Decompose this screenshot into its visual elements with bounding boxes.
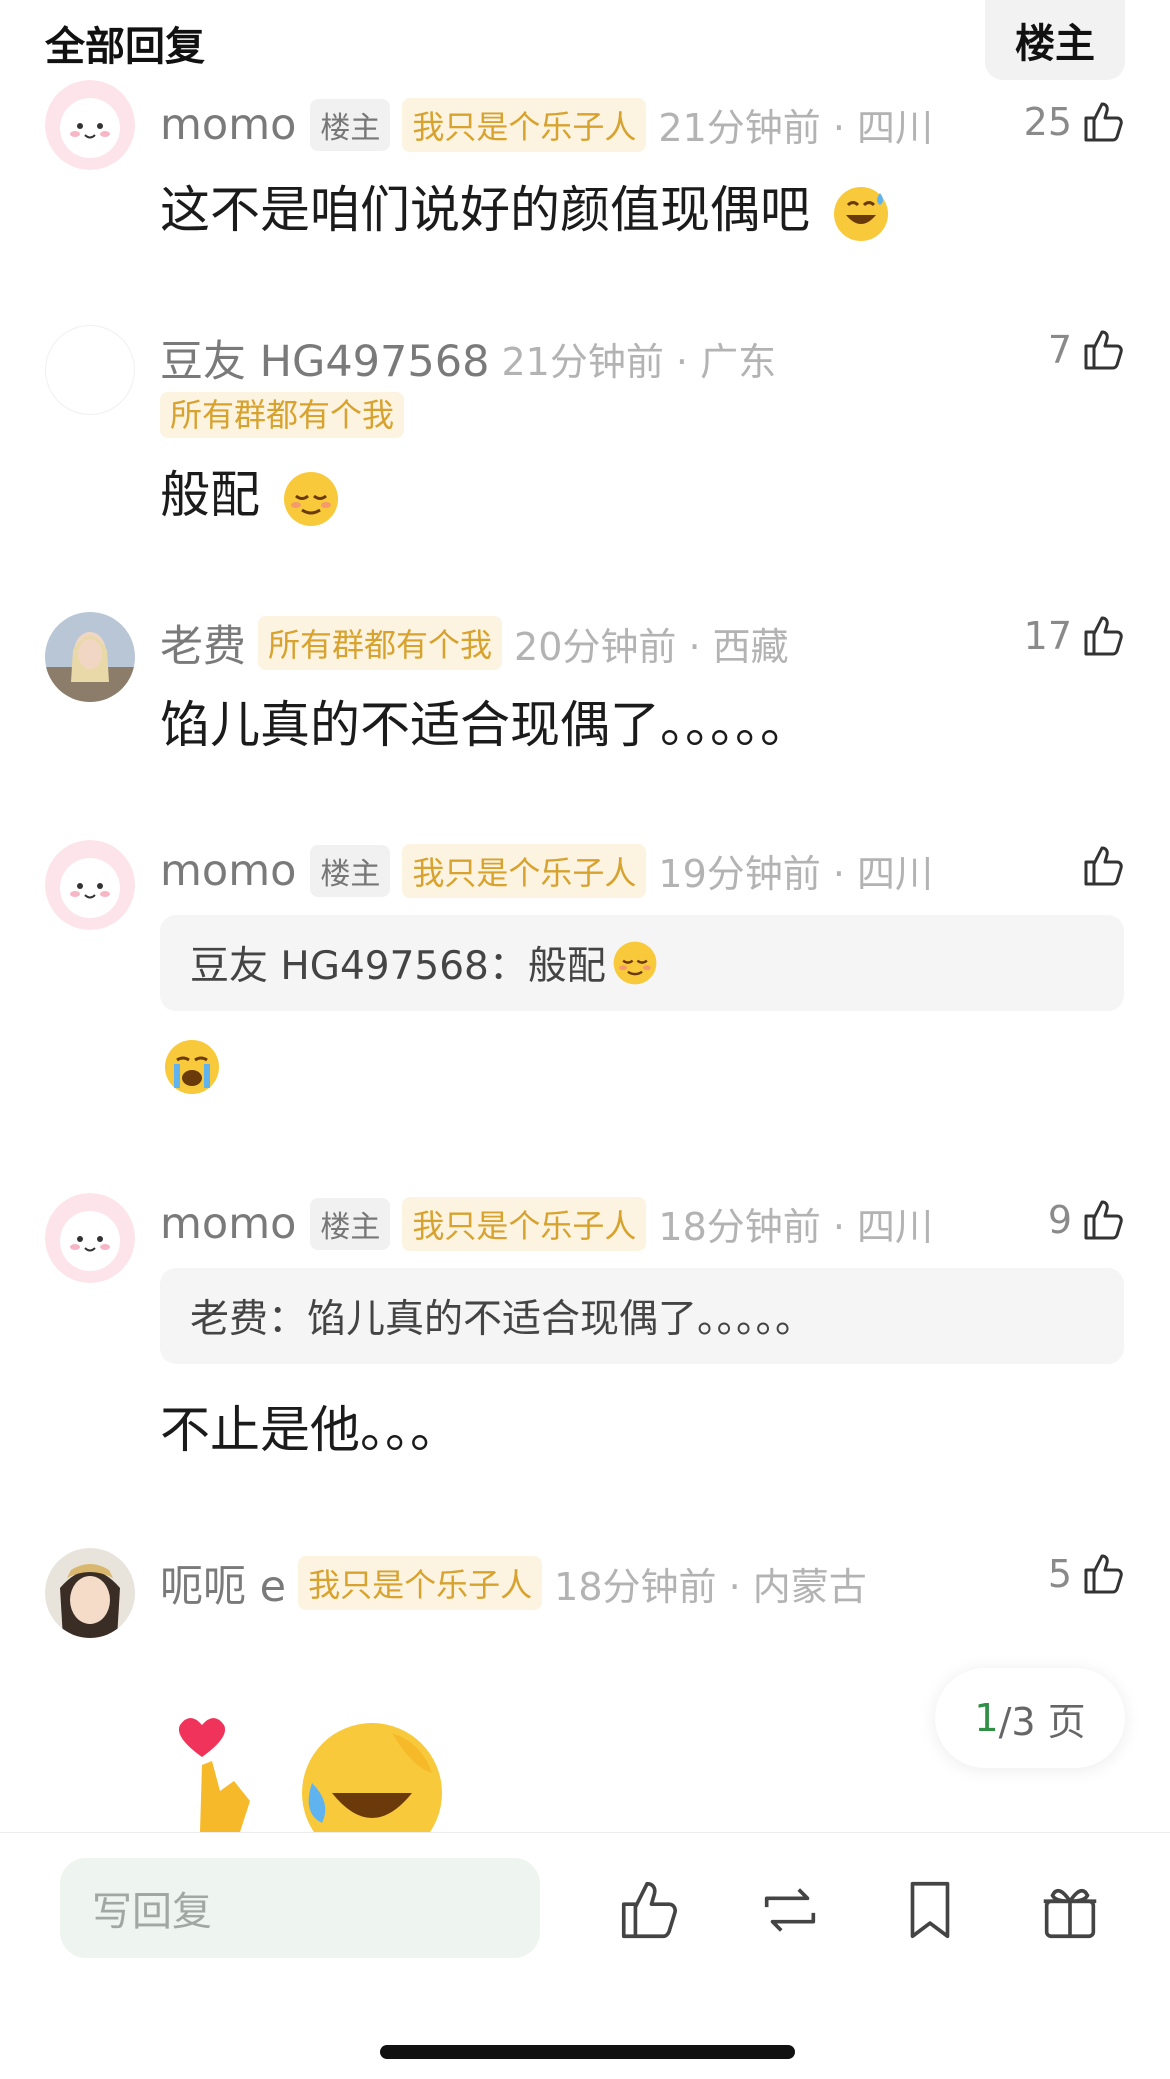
comment-meta: 老费 所有群都有个我 20分钟前 · 西藏: [160, 612, 789, 674]
thumbs-up-icon: [1084, 846, 1123, 886]
finger-heart-emoji-icon: [172, 1705, 272, 1836]
comment-meta: momo 楼主 我只是个乐子人 18分钟前 · 四川: [160, 1196, 933, 1251]
like-count: 7: [1047, 328, 1072, 372]
thumbs-up-icon: [621, 1881, 677, 1939]
timestamp-location: 21分钟前 · 四川: [658, 106, 933, 150]
thumbs-up-icon: [1084, 1200, 1123, 1240]
user-tag-badge: 我只是个乐子人: [402, 843, 647, 898]
avatar[interactable]: [45, 1548, 135, 1638]
username[interactable]: momo: [160, 100, 296, 150]
thumbs-up-icon: [1084, 616, 1123, 656]
username[interactable]: 老费: [160, 612, 246, 674]
comment-text-content: 这不是咱们说好的颜值现偶吧: [160, 181, 810, 239]
comment-text: 这不是咱们说好的颜值现偶吧: [160, 170, 890, 243]
username[interactable]: momo: [160, 846, 296, 896]
like-button[interactable]: 9: [1048, 1196, 1128, 1244]
comment-meta: 呃呃 e 我只是个乐子人 18分钟前 · 内蒙古: [160, 1552, 867, 1614]
repost-button[interactable]: [755, 1875, 825, 1945]
page-indicator[interactable]: 1/3 页: [935, 1668, 1125, 1768]
like-count: 25: [1023, 100, 1072, 144]
gift-icon: [1043, 1888, 1097, 1939]
comment-meta: 豆友 HG497568 21分钟前 · 广东: [160, 327, 776, 389]
repost-icon: [764, 1888, 816, 1932]
quoted-reply-text: 豆友 HG497568：般配: [190, 944, 606, 989]
op-badge: 楼主: [310, 844, 391, 897]
avatar[interactable]: [45, 840, 135, 930]
thumbs-up-icon: [1084, 102, 1123, 142]
comment-text: 般配: [160, 455, 340, 528]
current-page: 1: [974, 1696, 999, 1740]
page-title: 全部回复: [45, 24, 205, 70]
rolling-laughing-emoji-icon: [292, 1713, 452, 1863]
quoted-reply-text: 老费：馅儿真的不适合现偶了。。。。。: [190, 1297, 815, 1342]
comment-text: 不止是他。。。: [160, 1401, 460, 1459]
op-only-filter-button[interactable]: 楼主: [985, 0, 1125, 80]
timestamp-location: 18分钟前 · 四川: [658, 1205, 933, 1249]
timestamp-location: 20分钟前 · 西藏: [514, 624, 789, 669]
comment-text-content: 般配: [160, 466, 260, 524]
like-count: 17: [1023, 614, 1072, 658]
like-button[interactable]: [1080, 842, 1128, 890]
like-button[interactable]: 17: [1024, 612, 1128, 660]
relieved-face-emoji-icon: [613, 941, 657, 985]
bookmark-button[interactable]: [895, 1875, 965, 1945]
sweat-smile-emoji-icon: [833, 186, 888, 241]
comment-text: 馅儿真的不适合现偶了。。。。。: [160, 696, 810, 754]
thumbs-up-icon: [1084, 330, 1123, 370]
like-button[interactable]: 5: [1048, 1550, 1128, 1598]
op-badge: 楼主: [310, 98, 391, 151]
like-button[interactable]: 7: [1048, 326, 1128, 374]
gift-button[interactable]: [1035, 1875, 1105, 1945]
bookmark-icon: [910, 1881, 950, 1939]
avatar[interactable]: [45, 325, 135, 415]
timestamp-location: 19分钟前 · 四川: [658, 852, 933, 896]
avatar[interactable]: [45, 612, 135, 702]
timestamp-location: 18分钟前 · 内蒙古: [554, 1564, 867, 1609]
user-tag-badge: 所有群都有个我: [258, 616, 503, 670]
like-count: 9: [1047, 1198, 1072, 1242]
quoted-reply[interactable]: 豆友 HG497568：般配: [160, 915, 1124, 1011]
user-tag-badge: 所有群都有个我: [160, 392, 405, 438]
quoted-reply[interactable]: 老费：馅儿真的不适合现偶了。。。。。: [160, 1268, 1124, 1364]
avatar[interactable]: [45, 1193, 135, 1283]
relieved-face-emoji-icon: [283, 471, 338, 526]
like-post-button[interactable]: [615, 1875, 685, 1945]
comment-meta: momo 楼主 我只是个乐子人 21分钟前 · 四川: [160, 97, 933, 152]
like-button[interactable]: 25: [1024, 98, 1128, 146]
crying-face-emoji-icon: [163, 1038, 221, 1100]
home-indicator[interactable]: [380, 2045, 795, 2059]
op-badge: 楼主: [310, 1197, 391, 1250]
user-tag-badge: 我只是个乐子人: [402, 97, 647, 152]
comment-meta: momo 楼主 我只是个乐子人 19分钟前 · 四川: [160, 843, 933, 898]
like-count: 5: [1047, 1552, 1072, 1596]
avatar[interactable]: [45, 80, 135, 170]
timestamp-location: 21分钟前 · 广东: [501, 339, 777, 384]
username[interactable]: 豆友 HG497568: [160, 327, 489, 389]
thumbs-up-icon: [1084, 1554, 1123, 1594]
username[interactable]: 呃呃 e: [160, 1552, 286, 1614]
user-tag-badge: 我只是个乐子人: [298, 1556, 543, 1610]
total-pages: /3 页: [998, 1699, 1086, 1744]
username[interactable]: momo: [160, 1199, 296, 1249]
user-tag-row: 所有群都有个我: [160, 390, 405, 438]
reply-input[interactable]: 写回复: [60, 1858, 540, 1958]
user-tag-badge: 我只是个乐子人: [402, 1196, 647, 1251]
